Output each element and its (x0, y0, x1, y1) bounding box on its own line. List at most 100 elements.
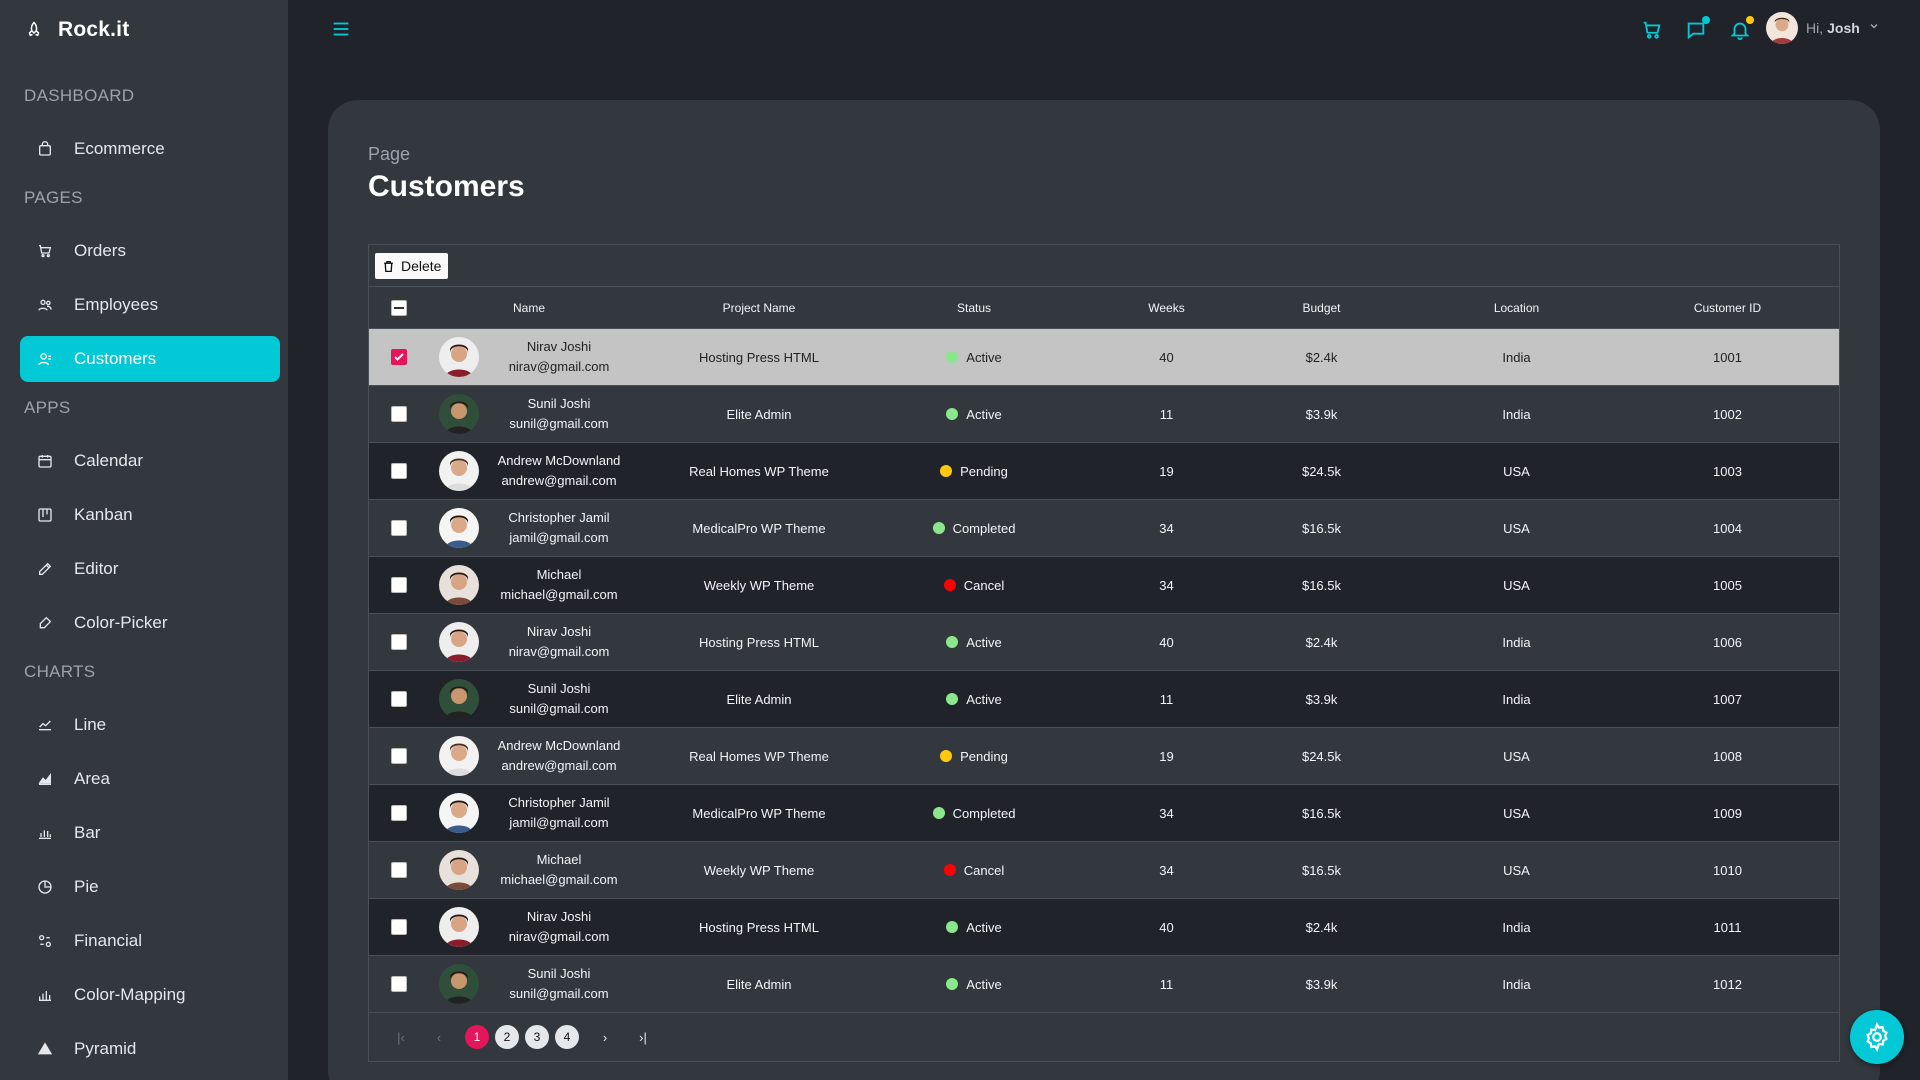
row-checkbox[interactable] (391, 976, 407, 992)
user-menu[interactable]: Hi, Josh (1766, 12, 1880, 44)
sidebar-item-financial[interactable]: Financial (20, 918, 280, 964)
row-checkbox[interactable] (391, 748, 407, 764)
page-number-button[interactable]: 3 (525, 1025, 549, 1049)
row-checkbox[interactable] (391, 463, 407, 479)
row-check-cell (369, 842, 429, 898)
sidebar-item-ecommerce[interactable]: Ecommerce (20, 126, 280, 172)
table-row[interactable]: Michael michael@gmail.com Weekly WP Them… (369, 557, 1839, 614)
settings-button[interactable] (1850, 1010, 1904, 1064)
next-page-button[interactable]: › (593, 1025, 617, 1049)
delete-button[interactable]: Delete (375, 253, 449, 279)
budget: $2.4k (1305, 919, 1338, 935)
sidebar-item-area[interactable]: Area (20, 756, 280, 802)
page-number-button[interactable]: 4 (555, 1025, 579, 1049)
table-row[interactable]: Sunil Joshi sunil@gmail.com Elite Admin … (369, 956, 1839, 1013)
customer-name: Michael (536, 567, 582, 582)
avatar (439, 736, 479, 776)
table-row[interactable]: Nirav Joshi nirav@gmail.com Hosting Pres… (369, 329, 1839, 386)
table-row[interactable]: Nirav Joshi nirav@gmail.com Hosting Pres… (369, 899, 1839, 956)
notification-button[interactable] (1726, 16, 1754, 44)
sidebar-item-color-picker[interactable]: Color-Picker (20, 600, 280, 646)
status-cell: Completed (889, 500, 1059, 556)
cart-button[interactable] (1638, 16, 1666, 44)
row-checkbox[interactable] (391, 520, 407, 536)
header-budget[interactable]: Budget (1274, 287, 1369, 328)
sidebar-section-title: PAGES (24, 188, 83, 207)
table-row[interactable]: Andrew McDownland andrew@gmail.com Real … (369, 728, 1839, 785)
row-checkbox[interactable] (391, 919, 407, 935)
sidebar-item-line[interactable]: Line (20, 702, 280, 748)
status-dot (932, 807, 945, 819)
header-weeks[interactable]: Weeks (1059, 287, 1274, 328)
row-checkbox[interactable] (391, 862, 407, 878)
row-checkbox[interactable] (391, 349, 407, 365)
sidebar-item-customers[interactable]: Customers (20, 336, 280, 382)
hamburger-menu-button[interactable] (330, 18, 354, 42)
customer-name: Sunil Joshi (527, 966, 591, 981)
status-text: Active (966, 976, 1002, 992)
sidebar-item-label: Line (74, 715, 107, 734)
line-chart-icon (36, 716, 54, 734)
sidebar-item-color-mapping[interactable]: Color-Mapping (20, 972, 280, 1018)
table-row[interactable]: Michael michael@gmail.com Weekly WP Them… (369, 842, 1839, 899)
project-name: Real Homes WP Theme (689, 463, 829, 479)
first-page-button[interactable]: |‹ (389, 1025, 413, 1049)
location: India (1502, 976, 1531, 992)
table-row[interactable]: Christopher Jamil jamil@gmail.com Medica… (369, 500, 1839, 557)
table-row[interactable]: Christopher Jamil jamil@gmail.com Medica… (369, 785, 1839, 842)
sidebar-item-calendar[interactable]: Calendar (20, 438, 280, 484)
sidebar-item-pie[interactable]: Pie (20, 864, 280, 910)
page-number-button[interactable]: 1 (465, 1025, 489, 1049)
status-cell: Active (889, 329, 1059, 385)
sidebar-section-title: APPS (24, 398, 71, 417)
customer-id: 1007 (1713, 691, 1742, 707)
sidebar-item-bar[interactable]: Bar (20, 810, 280, 856)
row-check-cell (369, 785, 429, 841)
avatar (439, 508, 479, 548)
weeks: 19 (1159, 748, 1174, 764)
header-customer-id[interactable]: Customer ID (1664, 287, 1791, 328)
sidebar-item-employees[interactable]: Employees (20, 282, 280, 328)
customer-email: nirav@gmail.com (508, 929, 610, 944)
sidebar-item-editor[interactable]: Editor (20, 546, 280, 592)
customer-name: Andrew McDownland (497, 453, 621, 468)
customer-id: 1006 (1713, 634, 1742, 650)
select-all-checkbox[interactable] (391, 299, 407, 316)
header-location[interactable]: Location (1369, 287, 1664, 328)
chat-button[interactable] (1682, 16, 1710, 44)
grid-body: Nirav Joshi nirav@gmail.com Hosting Pres… (369, 329, 1839, 1013)
customer-id: 1010 (1713, 862, 1742, 878)
table-row[interactable]: Sunil Joshi sunil@gmail.com Elite Admin … (369, 671, 1839, 728)
prev-page-button[interactable]: ‹ (427, 1025, 451, 1049)
header-status[interactable]: Status (889, 287, 1059, 328)
customer-email: jamil@gmail.com (509, 815, 609, 830)
sidebar-item-kanban[interactable]: Kanban (20, 492, 280, 538)
status-text: Pending (960, 463, 1008, 479)
sidebar-item-pyramid[interactable]: Pyramid (20, 1026, 280, 1072)
table-row[interactable]: Sunil Joshi sunil@gmail.com Elite Admin … (369, 386, 1839, 443)
last-page-button[interactable]: ›| (631, 1025, 655, 1049)
row-checkbox[interactable] (391, 691, 407, 707)
status-dot (946, 921, 959, 933)
header-project[interactable]: Project Name (629, 287, 889, 328)
status-text: Active (966, 691, 1002, 707)
header-name[interactable]: Name (429, 287, 629, 328)
sidebar-item-label: Pyramid (74, 1039, 137, 1058)
row-checkbox[interactable] (391, 634, 407, 650)
page-number-button[interactable]: 2 (495, 1025, 519, 1049)
customer-email: andrew@gmail.com (501, 473, 617, 488)
weeks: 11 (1159, 406, 1174, 422)
avatar (439, 622, 479, 662)
table-row[interactable]: Andrew McDownland andrew@gmail.com Real … (369, 443, 1839, 500)
status-dot (946, 351, 959, 363)
sidebar-item-orders[interactable]: Orders (20, 228, 280, 274)
table-row[interactable]: Nirav Joshi nirav@gmail.com Hosting Pres… (369, 614, 1839, 671)
customer-email: sunil@gmail.com (509, 416, 609, 431)
row-checkbox[interactable] (391, 805, 407, 821)
row-checkbox[interactable] (391, 406, 407, 422)
row-checkbox[interactable] (391, 577, 407, 593)
customer-email: nirav@gmail.com (508, 359, 610, 374)
weeks: 34 (1159, 577, 1174, 593)
brand[interactable]: Rock.it (24, 16, 129, 44)
location: USA (1503, 862, 1530, 878)
